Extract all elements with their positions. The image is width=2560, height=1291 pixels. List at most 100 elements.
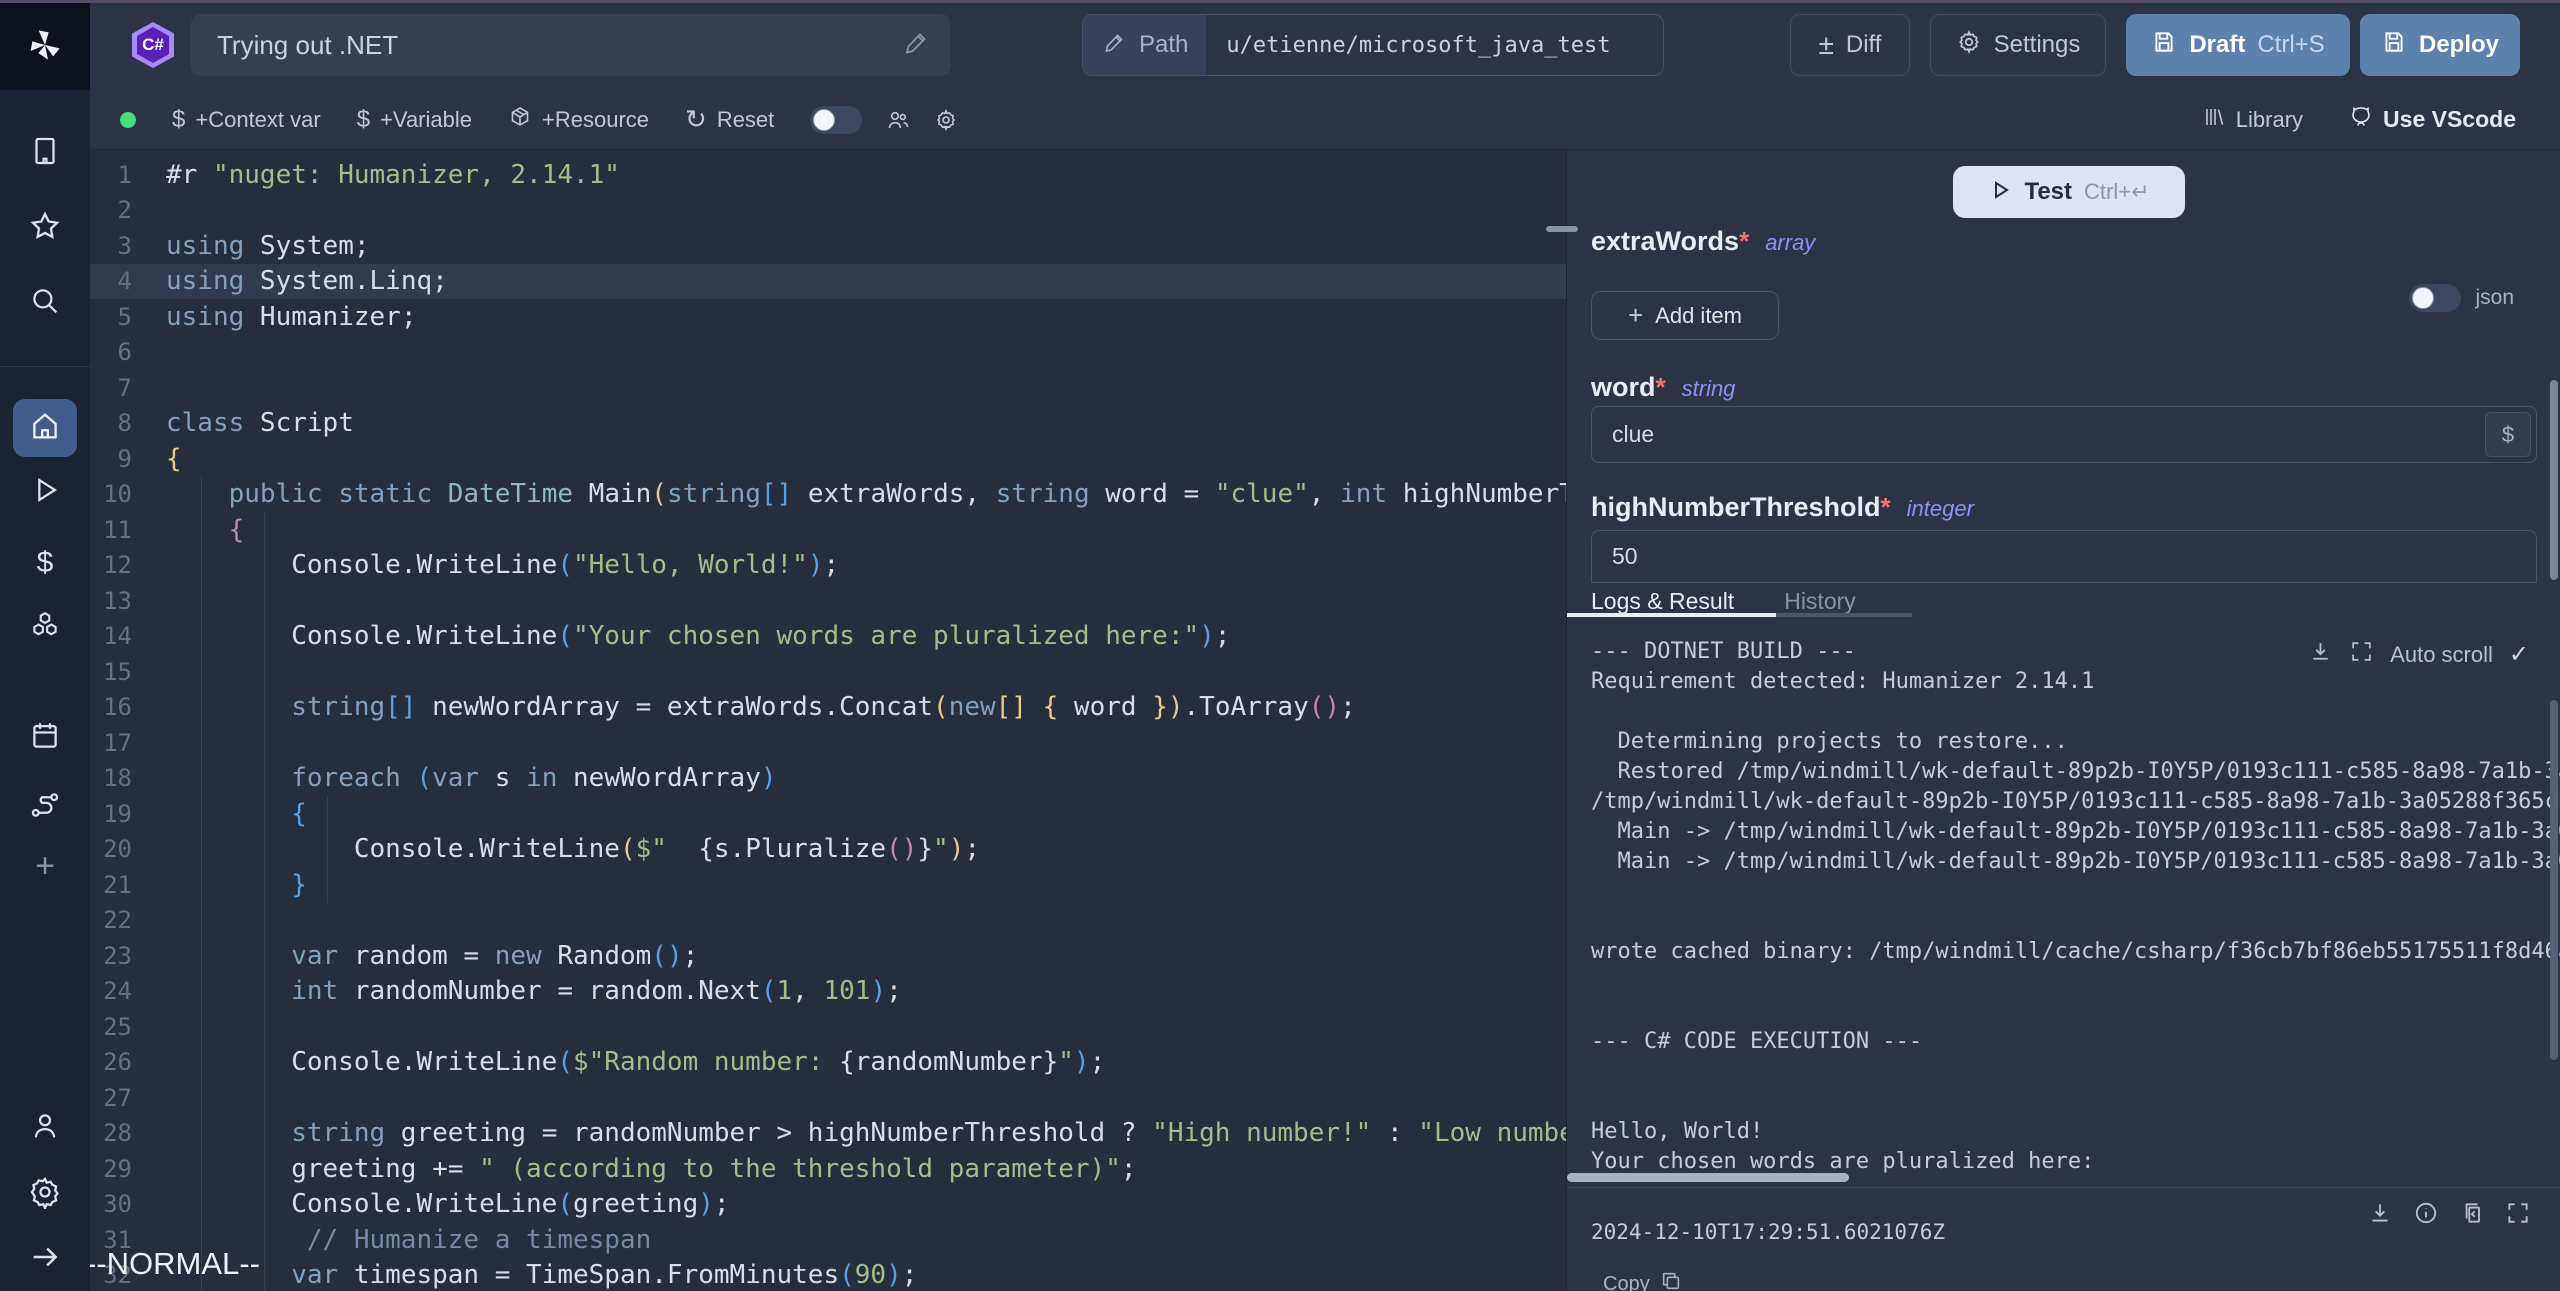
code-line[interactable]: 31 // Humanize a timespan — [90, 1222, 1566, 1258]
code-line[interactable]: 3using System; — [90, 228, 1566, 264]
code-line[interactable]: 4using System.Linq; — [90, 264, 1566, 300]
field-extrawords-header: extraWords* array — [1591, 226, 1815, 257]
code-line[interactable]: 20 Console.WriteLine($" {s.Pluralize()}"… — [90, 832, 1566, 868]
script-path-field[interactable]: Path u/etienne/microsoft_java_test — [1082, 14, 1664, 76]
draft-button[interactable]: Draft Ctrl+S — [2126, 14, 2350, 76]
reset-button[interactable]: ↻ Reset — [685, 104, 774, 135]
logs-horizontal-scrollbar[interactable] — [1567, 1173, 1849, 1182]
code-line[interactable]: 11 { — [90, 512, 1566, 548]
add-context-var-button[interactable]: $ +Context var — [172, 106, 321, 134]
edit-title-pencil-icon[interactable] — [903, 28, 931, 63]
code-editor[interactable]: 1#r "nuget: Humanizer, 2.14.1"23using Sy… — [90, 150, 1566, 1291]
script-title: Trying out .NET — [217, 30, 398, 61]
sidebar-item-workflows[interactable] — [0, 778, 90, 836]
code-line[interactable]: 2 — [90, 193, 1566, 229]
add-item-button[interactable]: + Add item — [1591, 291, 1779, 340]
collaborators-icon[interactable] — [886, 108, 910, 132]
path-value: u/etienne/microsoft_java_test — [1206, 15, 1630, 75]
field-type: array — [1765, 230, 1815, 256]
code-line[interactable]: 25 — [90, 1009, 1566, 1045]
insert-variable-button[interactable]: $ — [2485, 412, 2531, 457]
code-line[interactable]: 18 foreach (var s in newWordArray) — [90, 761, 1566, 797]
sidebar-item-favorites[interactable] — [0, 199, 90, 257]
sidebar-item-resources[interactable] — [0, 599, 90, 657]
code-line[interactable]: 15 — [90, 654, 1566, 690]
code-line[interactable]: 1#r "nuget: Humanizer, 2.14.1" — [90, 157, 1566, 193]
panel-resize-handle[interactable] — [1546, 226, 1578, 232]
calendar-icon — [28, 719, 62, 758]
code-line[interactable]: 22 — [90, 903, 1566, 939]
settings-button[interactable]: Settings — [1930, 14, 2106, 76]
test-button[interactable]: Test Ctrl+↵ — [1953, 166, 2185, 218]
word-input[interactable]: clue $ — [1591, 406, 2537, 463]
use-vscode-label: Use VScode — [2383, 106, 2516, 133]
octocat-icon — [2349, 105, 2373, 135]
script-title-input[interactable]: Trying out .NET — [191, 14, 951, 76]
copy-result-button[interactable]: Copy — [1603, 1270, 1682, 1291]
code-line[interactable]: 24 int randomNumber = random.Next(1, 101… — [90, 974, 1566, 1010]
add-resource-button[interactable]: +Resource — [508, 105, 649, 135]
result-controls — [2367, 1200, 2531, 1231]
code-line[interactable]: 6 — [90, 335, 1566, 371]
sidebar-item-add[interactable]: + — [0, 837, 90, 895]
sidebar-item-variables[interactable]: $ — [0, 534, 90, 592]
code-line[interactable]: 9{ — [90, 441, 1566, 477]
expand-icon[interactable] — [2349, 639, 2374, 670]
code-line[interactable]: 21 } — [90, 867, 1566, 903]
autoscroll-checkbox[interactable]: ✓ — [2509, 640, 2529, 669]
code-line[interactable]: 17 — [90, 725, 1566, 761]
code-line[interactable]: 26 Console.WriteLine($"Random number: {r… — [90, 1045, 1566, 1081]
sidebar-item-schedules[interactable] — [0, 709, 90, 767]
tab-history[interactable]: History — [1784, 588, 1856, 615]
threshold-input-value: 50 — [1592, 531, 2536, 582]
code-line[interactable]: 32 var timespan = TimeSpan.FromMinutes(9… — [90, 1258, 1566, 1291]
dollar-icon: $ — [357, 106, 370, 134]
gear-icon — [28, 1175, 62, 1214]
code-line[interactable]: 7 — [90, 370, 1566, 406]
code-line[interactable]: 28 string greeting = randomNumber > high… — [90, 1116, 1566, 1152]
cubes-icon — [28, 609, 62, 648]
sidebar-item-runs[interactable] — [0, 463, 90, 521]
code-line[interactable]: 16 string[] newWordArray = extraWords.Co… — [90, 690, 1566, 726]
code-line[interactable]: 14 Console.WriteLine("Your chosen words … — [90, 619, 1566, 655]
sidebar-item-collapse[interactable] — [0, 1230, 90, 1288]
code-line[interactable]: 29 greeting += " (according to the thres… — [90, 1151, 1566, 1187]
sidebar-item-home[interactable] — [13, 399, 77, 457]
tab-logs-result[interactable]: Logs & Result — [1591, 588, 1734, 615]
logs-scrollbar[interactable] — [2550, 700, 2558, 1060]
windmill-logo[interactable] — [0, 0, 90, 90]
diff-button[interactable]: ± Diff — [1790, 14, 1910, 76]
autoscroll-label: Auto scroll — [2390, 642, 2493, 668]
logs-panel[interactable]: --- DOTNET BUILD --- Requirement detecte… — [1567, 617, 2560, 1187]
assistant-toggle[interactable] — [810, 106, 862, 134]
sidebar-item-workspace[interactable] — [0, 124, 90, 182]
download-icon[interactable] — [2308, 639, 2333, 670]
info-icon[interactable] — [2413, 1200, 2439, 1231]
download-icon[interactable] — [2367, 1200, 2393, 1231]
json-toggle[interactable] — [2409, 284, 2461, 312]
code-line[interactable]: 10 public static DateTime Main(string[] … — [90, 477, 1566, 513]
code-line[interactable]: 13 — [90, 583, 1566, 619]
deploy-button[interactable]: Deploy — [2360, 14, 2520, 76]
expand-icon[interactable] — [2505, 1200, 2531, 1231]
add-variable-button[interactable]: $ +Variable — [357, 106, 472, 134]
use-vscode-button[interactable]: Use VScode — [2349, 105, 2516, 135]
sidebar-item-settings[interactable] — [0, 1165, 90, 1223]
draft-shortcut: Ctrl+S — [2257, 31, 2324, 59]
code-line[interactable]: 27 — [90, 1080, 1566, 1116]
threshold-input[interactable]: 50 — [1591, 530, 2537, 583]
right-panel: Test Ctrl+↵ extraWords* array json + Add… — [1566, 150, 2560, 1291]
code-line[interactable]: 30 Console.WriteLine(greeting); — [90, 1187, 1566, 1223]
params-scrollbar[interactable] — [2550, 380, 2558, 580]
code-line[interactable]: 23 var random = new Random(); — [90, 938, 1566, 974]
code-line[interactable]: 5using Humanizer; — [90, 299, 1566, 335]
code-line[interactable]: 19 { — [90, 796, 1566, 832]
code-line[interactable]: 8class Script — [90, 406, 1566, 442]
draft-label: Draft — [2189, 31, 2245, 59]
editor-settings-gear-icon[interactable] — [934, 108, 958, 132]
library-button[interactable]: Library — [2202, 105, 2303, 135]
sidebar-item-search[interactable] — [0, 274, 90, 332]
clipboard-icon[interactable] — [2459, 1200, 2485, 1231]
code-line[interactable]: 12 Console.WriteLine("Hello, World!"); — [90, 548, 1566, 584]
sidebar-item-account[interactable] — [0, 1099, 90, 1157]
